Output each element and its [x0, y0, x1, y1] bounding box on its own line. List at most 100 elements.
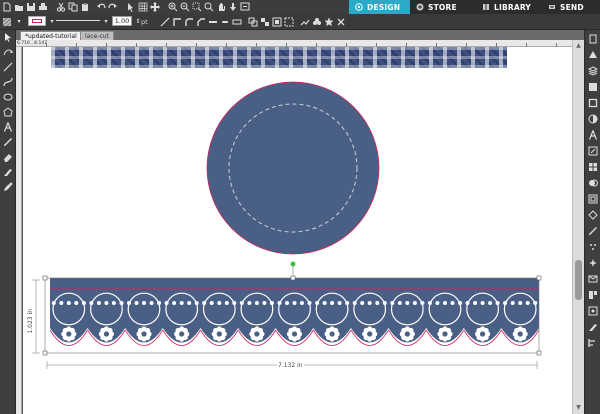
vertical-scrollbar[interactable]: ▲ ▼: [572, 40, 584, 414]
select-pointer-icon[interactable]: [3, 32, 13, 42]
line-color-swatch[interactable]: [28, 16, 46, 26]
tab-send[interactable]: SEND: [542, 0, 600, 14]
zoom-in-icon[interactable]: [168, 2, 178, 12]
new-file-icon[interactable]: [2, 2, 12, 12]
release-compound-path-icon[interactable]: [284, 17, 294, 27]
left-tool-panel: [0, 30, 16, 414]
group-icon[interactable]: [248, 17, 258, 27]
square-corner-icon[interactable]: [172, 17, 182, 27]
polygon-tool-icon[interactable]: [3, 107, 13, 117]
select-all-icon[interactable]: [126, 2, 136, 12]
circle-shape[interactable]: [206, 81, 380, 255]
lace-border-shape[interactable]: [49, 278, 540, 346]
make-compound-path-icon[interactable]: [272, 17, 282, 27]
zoom-out-icon[interactable]: [180, 2, 190, 12]
copy-icon[interactable]: [68, 2, 78, 12]
eraser-tool-icon[interactable]: [3, 152, 13, 162]
flat-cap-icon[interactable]: [208, 17, 218, 27]
round-corner-icon[interactable]: [184, 17, 194, 27]
lace-mesh-dot: [300, 301, 304, 305]
line-style-chevron-icon[interactable]: ▾: [101, 17, 111, 27]
move-icon[interactable]: [150, 2, 160, 12]
close-icon[interactable]: [336, 17, 346, 27]
line-color-chevron-icon[interactable]: ▾: [47, 17, 57, 27]
square-cap-icon[interactable]: [232, 17, 242, 27]
library-panel-icon[interactable]: [588, 274, 598, 284]
scroll-down-icon[interactable]: ▼: [575, 404, 582, 411]
line-style-toolbar: ▾ ▾ ▾ ⇕ pt: [0, 14, 600, 30]
cut-icon[interactable]: [56, 2, 66, 12]
offset-icon[interactable]: [588, 194, 598, 204]
doc-tab-lace-cut[interactable]: lace-cut: [80, 31, 114, 40]
curve-tool-icon[interactable]: [3, 77, 13, 87]
align-icon[interactable]: [588, 338, 598, 348]
line-tool-icon[interactable]: [3, 62, 13, 72]
resize-handle[interactable]: [42, 275, 48, 281]
ellipse-tool-icon[interactable]: [3, 92, 13, 102]
zoom-box-icon[interactable]: [192, 2, 202, 12]
stipple-icon[interactable]: [588, 242, 598, 252]
nesting-icon[interactable]: [588, 290, 598, 300]
open-folder-icon[interactable]: [14, 2, 24, 12]
shapes-icon[interactable]: [588, 50, 598, 60]
star-shape-icon[interactable]: [324, 17, 334, 27]
tab-send-label: SEND: [560, 2, 584, 12]
sketch-icon[interactable]: [588, 226, 598, 236]
design-canvas[interactable]: 7.132 in 1.023 in: [23, 47, 572, 414]
page-view-icon[interactable]: [240, 2, 250, 12]
draw-line-icon[interactable]: [160, 17, 170, 27]
zoom-fit-icon[interactable]: [204, 2, 214, 12]
line-color-icon[interactable]: [588, 98, 598, 108]
page-setup-icon[interactable]: [588, 34, 598, 44]
rhinestone-icon[interactable]: [588, 258, 598, 268]
tab-store[interactable]: STORE: [410, 0, 476, 14]
print-icon[interactable]: [38, 2, 48, 12]
eyedropper-tool-icon[interactable]: [3, 182, 13, 192]
scrollbar-thumb[interactable]: [575, 260, 582, 300]
line-width-input[interactable]: [112, 16, 132, 26]
download-arrow-icon[interactable]: [228, 2, 238, 12]
knife-tool-icon[interactable]: [3, 167, 13, 177]
tab-library[interactable]: LIBRARY: [476, 0, 542, 14]
knife-panel-icon[interactable]: [588, 322, 598, 332]
pan-hand-icon[interactable]: [216, 2, 226, 12]
doc-tab-updated-tutorial[interactable]: *updated-tutorial: [20, 31, 82, 40]
flower-shape-icon[interactable]: [312, 17, 322, 27]
lace-mesh-dot: [149, 301, 154, 305]
layers-icon[interactable]: [588, 66, 598, 76]
modify-icon[interactable]: [588, 178, 598, 188]
lace-mesh-dot: [254, 301, 259, 305]
save-icon[interactable]: [26, 2, 36, 12]
library-icon: [482, 3, 490, 11]
fill-gradient-icon[interactable]: [588, 114, 598, 124]
trace-icon[interactable]: [588, 210, 598, 220]
resize-handle[interactable]: [536, 350, 542, 356]
text-style-icon[interactable]: [588, 130, 598, 140]
replicate-icon[interactable]: [300, 17, 310, 27]
fill-pattern-icon[interactable]: [2, 17, 12, 27]
text-tool-icon[interactable]: [3, 122, 13, 132]
rotate-handle[interactable]: [290, 261, 296, 267]
ungroup-icon[interactable]: [260, 17, 270, 27]
pixscan-icon[interactable]: [588, 306, 598, 316]
lace-flower-center: [179, 331, 185, 337]
chevron-down-icon[interactable]: ▾: [14, 17, 24, 27]
replicate-panel-icon[interactable]: [588, 162, 598, 172]
undo-icon[interactable]: [96, 2, 106, 12]
right-panel-icons: [584, 30, 600, 414]
tab-design[interactable]: DESIGN: [349, 0, 410, 14]
transform-icon[interactable]: [588, 146, 598, 156]
round-cap-icon[interactable]: [220, 17, 230, 27]
redo-icon[interactable]: [108, 2, 118, 12]
resize-handle[interactable]: [536, 275, 542, 281]
grid-icon[interactable]: [138, 2, 148, 12]
point-edit-icon[interactable]: [3, 47, 13, 57]
fill-color-icon[interactable]: [588, 82, 598, 92]
scroll-up-icon[interactable]: ▲: [575, 42, 582, 49]
bevel-corner-icon[interactable]: [196, 17, 206, 27]
resize-handle[interactable]: [290, 275, 296, 281]
resize-handle[interactable]: [42, 350, 48, 356]
freehand-tool-icon[interactable]: [3, 137, 13, 147]
line-style-selector[interactable]: [56, 20, 100, 21]
paste-icon[interactable]: [80, 2, 90, 12]
